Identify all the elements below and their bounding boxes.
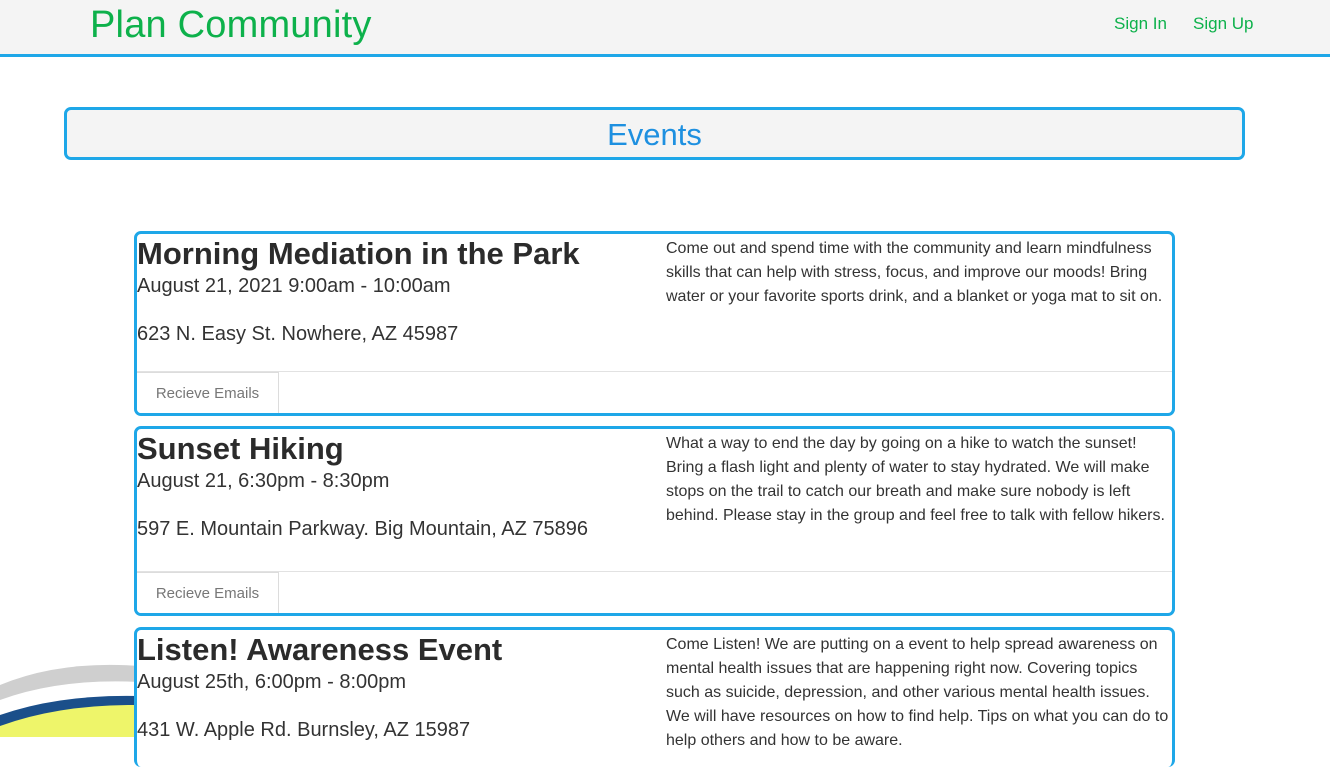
- event-address: 431 W. Apple Rd. Burnsley, AZ 15987: [137, 719, 471, 741]
- event-description: Come Listen! We are putting on a event t…: [666, 636, 1169, 749]
- events-header-box: Events: [64, 107, 1245, 160]
- event-info: Sunset Hiking August 21, 6:30pm - 8:30pm…: [137, 429, 657, 543]
- page-title: Events: [607, 117, 702, 152]
- event-date: August 21, 2021 9:00am - 10:00am: [137, 275, 451, 297]
- event-info: Listen! Awareness Event August 25th, 6:0…: [137, 630, 657, 744]
- event-address: 597 E. Mountain Parkway. Big Mountain, A…: [137, 518, 589, 540]
- event-date: August 25th, 6:00pm - 8:00pm: [137, 671, 407, 693]
- top-navbar: Plan Community Sign In Sign Up: [0, 0, 1330, 57]
- event-title: Sunset Hiking: [137, 431, 344, 466]
- event-card-footer: Recieve Emails: [137, 371, 1172, 413]
- event-card: Sunset Hiking August 21, 6:30pm - 8:30pm…: [134, 426, 1175, 616]
- event-description: Come out and spend time with the communi…: [666, 240, 1163, 305]
- event-description: What a way to end the day by going on a …: [666, 435, 1165, 524]
- brand-logo-link[interactable]: Plan Community: [90, 4, 372, 47]
- event-card: Listen! Awareness Event August 25th, 6:0…: [134, 627, 1175, 767]
- event-date: August 21, 6:30pm - 8:30pm: [137, 470, 390, 492]
- event-title: Listen! Awareness Event: [137, 632, 503, 667]
- sign-up-link[interactable]: Sign Up: [1193, 14, 1253, 34]
- event-card: Morning Mediation in the Park August 21,…: [134, 231, 1175, 416]
- receive-emails-button[interactable]: Recieve Emails: [137, 572, 279, 613]
- event-title: Morning Mediation in the Park: [137, 236, 580, 271]
- event-address: 623 N. Easy St. Nowhere, AZ 45987: [137, 323, 459, 345]
- decorative-logo-graphic: [0, 660, 140, 737]
- sign-in-link[interactable]: Sign In: [1114, 14, 1167, 34]
- event-card-footer: Recieve Emails: [137, 571, 1172, 613]
- event-info: Morning Mediation in the Park August 21,…: [137, 234, 657, 348]
- receive-emails-button[interactable]: Recieve Emails: [137, 372, 279, 413]
